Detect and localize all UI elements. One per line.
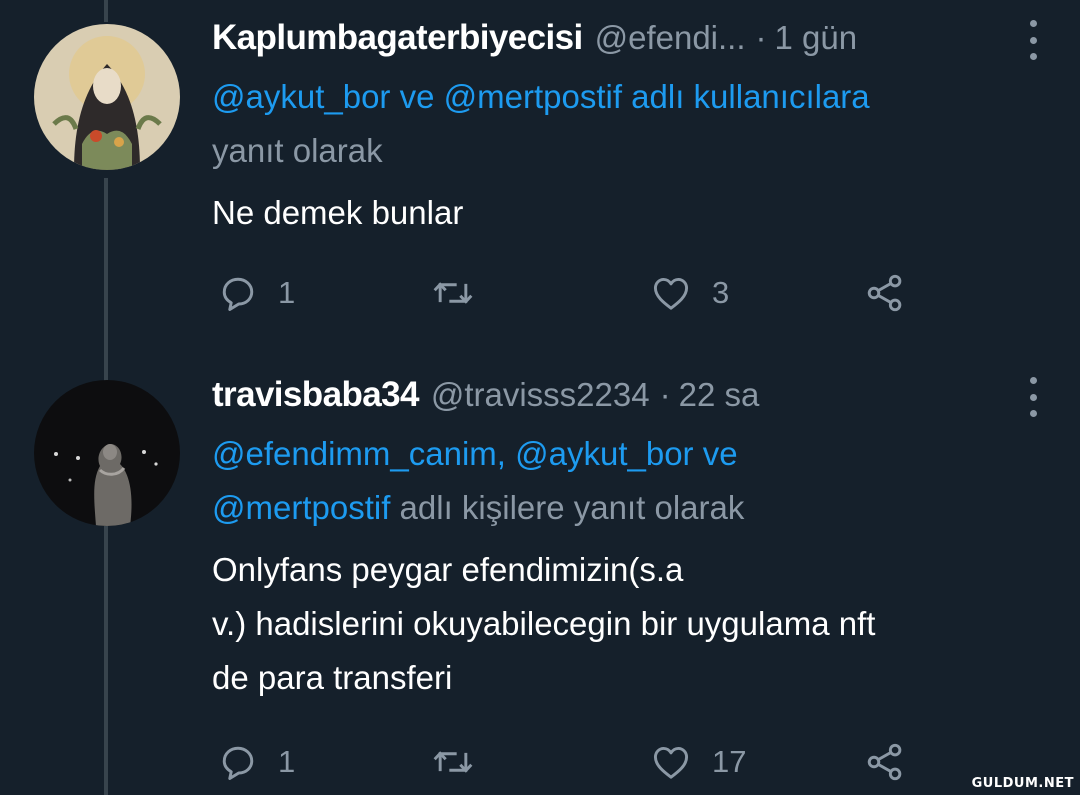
share-button[interactable] <box>862 732 908 792</box>
reply-count: 1 <box>278 744 296 779</box>
mention-link[interactable]: @mertpostif <box>212 489 390 526</box>
tweet[interactable]: travisbaba34 @travisss2234 · 22 sa @efen… <box>212 375 1050 705</box>
separator-dot: · <box>755 19 767 56</box>
mention-link[interactable]: @efendimm_canim, <box>212 435 506 472</box>
share-button[interactable] <box>862 263 908 323</box>
avatar[interactable] <box>34 24 180 170</box>
like-count: 3 <box>712 275 730 310</box>
reply-context-joiner: ve <box>693 435 738 472</box>
tweet-text: Onlyfans peygar efendimizin(s.a v.) hadi… <box>212 543 1050 705</box>
reply-context-tail: yanıt olarak <box>212 132 383 169</box>
mention-link[interactable]: @mertpostif <box>444 78 622 115</box>
separator-dot: · <box>659 376 671 413</box>
tweet-text-line: de para transferi <box>212 659 453 696</box>
watermark: GULDUM.NET <box>971 776 1074 791</box>
retweet-button[interactable] <box>428 263 496 323</box>
display-name[interactable]: travisbaba34 <box>212 375 419 415</box>
tweet-text: Ne demek bunlar <box>212 194 464 231</box>
like-icon <box>648 271 694 315</box>
reply-icon <box>216 740 260 784</box>
reply-context-joiner: adlı kullanıcılara <box>622 78 870 115</box>
tweet-text-line: Onlyfans peygar efendimizin(s.a <box>212 551 684 588</box>
timestamp[interactable]: 22 sa <box>679 376 760 414</box>
more-icon[interactable] <box>1028 20 1038 60</box>
display-name[interactable]: Kaplumbagaterbiyecisi <box>212 18 583 58</box>
reply-context-joiner: ve <box>390 78 444 115</box>
like-icon <box>648 740 694 784</box>
reply-context: @efendimm_canim, @aykut_bor ve @mertpost… <box>212 427 1050 535</box>
tweet-header: travisbaba34 @travisss2234 · 22 sa <box>212 375 1050 419</box>
timestamp[interactable]: 1 gün <box>775 19 858 57</box>
share-icon <box>862 740 908 784</box>
mention-link[interactable]: @aykut_bor <box>212 78 390 115</box>
reply-context-joiner: adlı kişilere yanıt olarak <box>390 489 745 526</box>
tweet-actions: 1 3 <box>212 263 932 323</box>
reply-button[interactable]: 1 <box>216 732 295 792</box>
more-icon[interactable] <box>1028 377 1038 417</box>
user-handle[interactable]: @travisss2234 <box>431 376 650 414</box>
like-button[interactable]: 17 <box>648 732 746 792</box>
tweet-actions: 1 17 <box>212 732 932 792</box>
tweet-text-line: v.) hadislerini okuyabilecegin bir uygul… <box>212 605 876 642</box>
tweet-header: Kaplumbagaterbiyecisi @efendi... · 1 gün <box>212 18 1050 62</box>
like-count: 17 <box>712 744 747 779</box>
retweet-icon <box>428 271 478 315</box>
thread-line <box>104 0 108 22</box>
reply-count: 1 <box>278 275 296 310</box>
reply-context-joiner <box>506 435 515 472</box>
reply-icon <box>216 271 260 315</box>
share-icon <box>862 271 908 315</box>
reply-context: @aykut_bor ve @mertpostif adlı kullanıcı… <box>212 70 1050 178</box>
like-button[interactable]: 3 <box>648 263 729 323</box>
mention-link[interactable]: @aykut_bor <box>515 435 693 472</box>
tweet[interactable]: Kaplumbagaterbiyecisi @efendi... · 1 gün… <box>212 18 1050 240</box>
avatar[interactable] <box>34 380 180 526</box>
user-handle[interactable]: @efendi... <box>595 19 746 57</box>
retweet-button[interactable] <box>428 732 496 792</box>
reply-button[interactable]: 1 <box>216 263 295 323</box>
retweet-icon <box>428 740 478 784</box>
